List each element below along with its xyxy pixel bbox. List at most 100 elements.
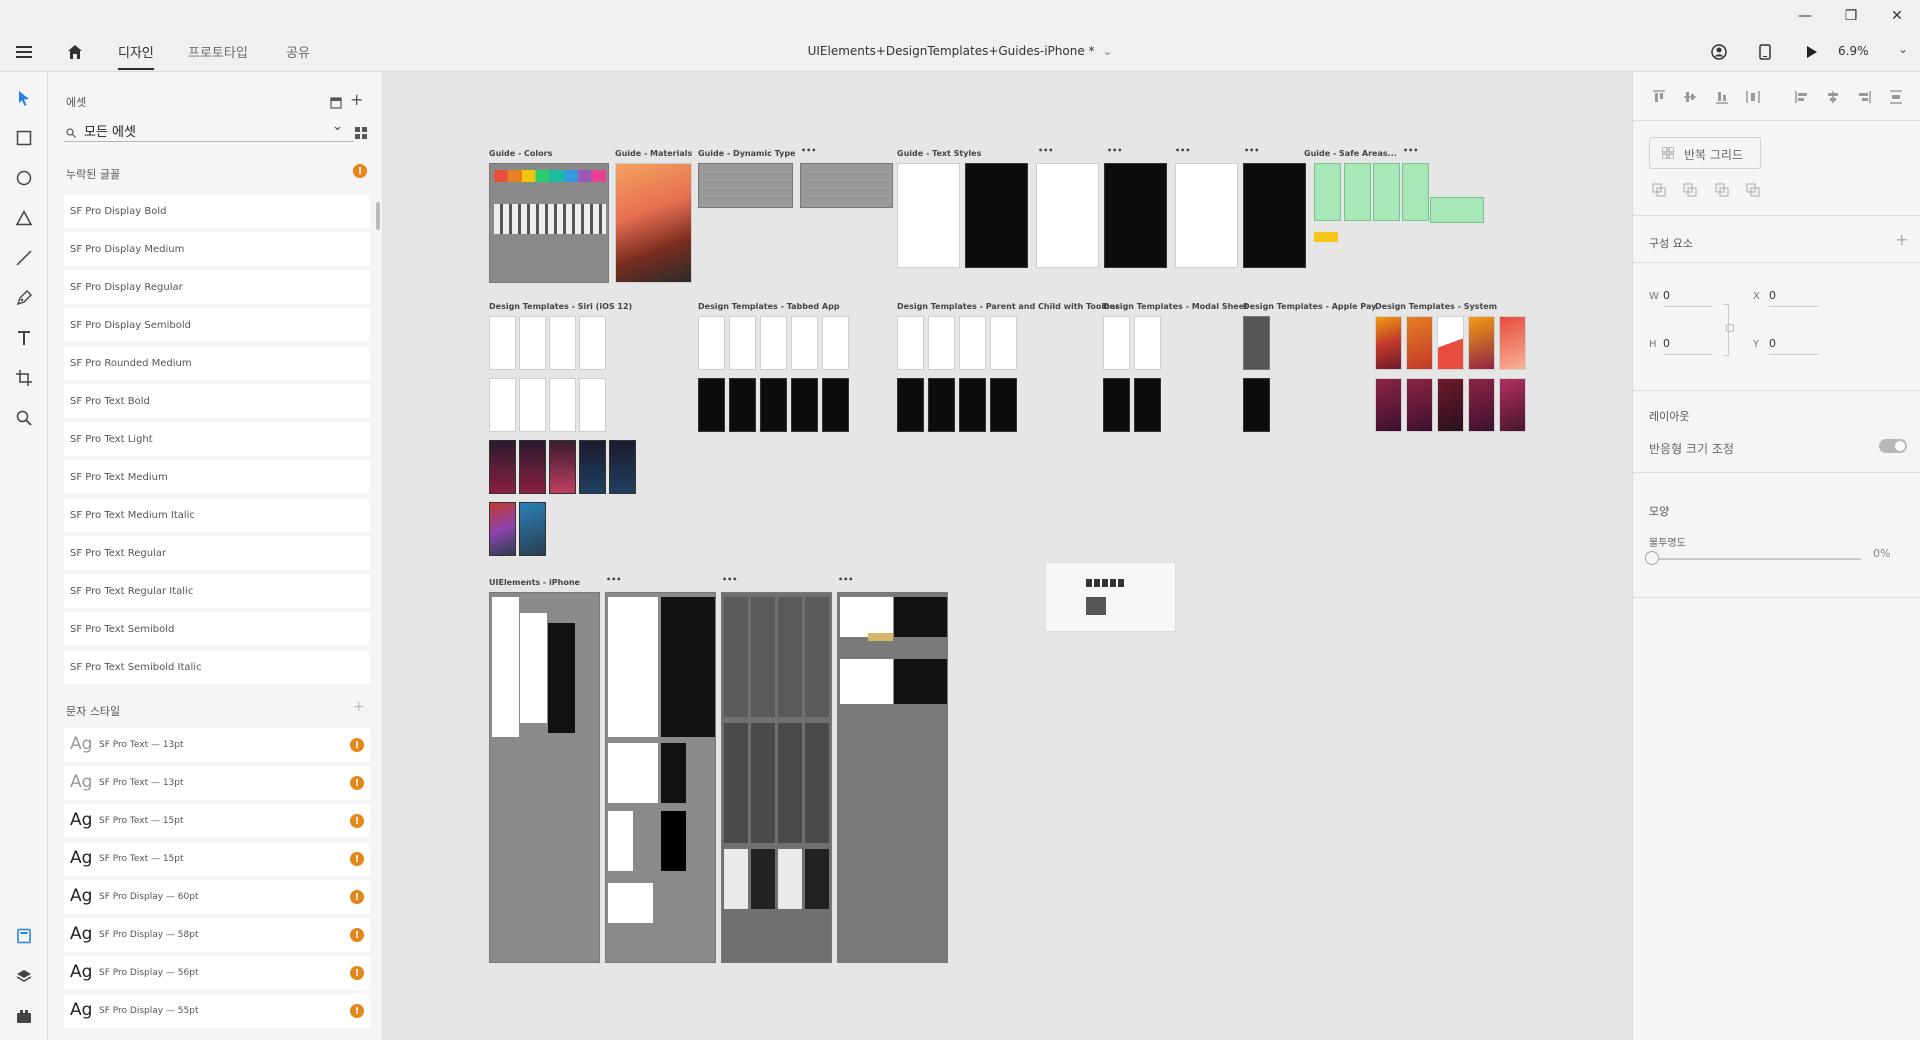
artboard-dynamic-type-2[interactable] [800, 163, 893, 208]
hamburger-menu-icon[interactable] [12, 40, 36, 64]
close-button[interactable]: ✕ [1874, 0, 1920, 32]
zoom-level[interactable]: 6.9% [1838, 44, 1869, 58]
artboard-system[interactable] [1468, 316, 1495, 370]
minimize-button[interactable]: — [1782, 0, 1828, 32]
x-field[interactable]: 0 [1769, 289, 1819, 307]
more-icon[interactable]: ••• [838, 575, 853, 584]
char-style-item[interactable]: Ag SF Pro Text — 15pt ! [64, 842, 370, 876]
artboard-parent-child[interactable] [928, 316, 955, 370]
opacity-value[interactable]: 0% [1873, 547, 1890, 560]
artboard-label[interactable]: UIElements - iPhone [489, 578, 580, 587]
artboard-system-dark[interactable] [1468, 378, 1495, 432]
artboard-text-styles[interactable] [1175, 163, 1238, 268]
artboard-system[interactable] [1375, 316, 1402, 370]
chevron-down-icon[interactable]: ⌄ [332, 119, 343, 134]
artboard-parent-child[interactable] [990, 316, 1017, 370]
artboard-siri-dark[interactable] [489, 440, 516, 494]
missing-font-item[interactable]: SF Pro Text Bold [64, 384, 370, 418]
asset-filter-field[interactable]: 모든 에셋 ⌄ [64, 116, 354, 142]
artboard-parent-child-dark[interactable] [928, 378, 955, 432]
text-tool-icon[interactable] [12, 326, 36, 350]
artboard-parent-child[interactable] [959, 316, 986, 370]
more-icon[interactable]: ••• [1175, 146, 1190, 155]
artboard-label[interactable]: Guide - Safe Areas... [1304, 149, 1397, 158]
artboard-parent-child-dark[interactable] [959, 378, 986, 432]
artboard-tabbed-dark[interactable] [698, 378, 725, 432]
artboard-system-dark[interactable] [1375, 378, 1402, 432]
artboard-tabbed-dark[interactable] [729, 378, 756, 432]
artboard-text-styles-dark[interactable] [1104, 163, 1167, 268]
document-title[interactable]: UIElements+DesignTemplates+Guides-iPhone… [808, 44, 1095, 58]
artboard-siri[interactable] [579, 378, 606, 432]
artboard-system[interactable] [1406, 316, 1433, 370]
align-right-icon[interactable] [1855, 88, 1873, 106]
tab-share[interactable]: 공유 [286, 42, 310, 61]
grid-view-icon[interactable] [355, 124, 367, 143]
artboard-siri[interactable] [519, 316, 546, 370]
width-field[interactable]: 0 [1663, 289, 1713, 307]
artboard-siri[interactable] [489, 378, 516, 432]
artboard-siri-wallpaper[interactable] [489, 502, 516, 556]
more-icon[interactable]: ••• [801, 146, 816, 155]
artboard-ui-elements[interactable] [489, 592, 600, 963]
artboard-misc[interactable] [1045, 562, 1176, 632]
artboard-system[interactable] [1437, 316, 1464, 370]
missing-font-item[interactable]: SF Pro Text Regular [64, 536, 370, 570]
boolean-add-icon[interactable] [1650, 181, 1668, 199]
restore-button[interactable]: ❐ [1828, 0, 1874, 32]
mobile-preview-icon[interactable] [1753, 40, 1777, 64]
artboard-tabbed[interactable] [791, 316, 818, 370]
artboard-ui-elements[interactable] [721, 592, 832, 963]
library-icon[interactable] [330, 94, 342, 113]
artboard-label[interactable]: Design Templates - System [1375, 302, 1497, 311]
artboard-tabbed[interactable] [698, 316, 725, 370]
design-canvas[interactable]: Guide - Colors Guide - Materials Guide -… [383, 72, 1632, 1040]
ellipse-tool-icon[interactable] [12, 166, 36, 190]
more-icon[interactable]: ••• [606, 575, 621, 584]
artboard-system-dark[interactable] [1499, 378, 1526, 432]
align-top-icon[interactable] [1650, 88, 1668, 106]
artboard-siri[interactable] [549, 378, 576, 432]
repeat-grid-button[interactable]: 반복 그리드 [1649, 137, 1761, 169]
add-char-style-icon[interactable]: + [353, 699, 365, 715]
artboard-apple-pay[interactable] [1243, 316, 1270, 370]
missing-font-item[interactable]: SF Pro Text Regular Italic [64, 574, 370, 608]
missing-font-item[interactable]: SF Pro Display Semibold [64, 308, 370, 342]
missing-font-item[interactable]: SF Pro Rounded Medium [64, 346, 370, 380]
artboard-parent-child[interactable] [897, 316, 924, 370]
artboard-system[interactable] [1499, 316, 1526, 370]
artboard-label[interactable]: Guide - Dynamic Type [698, 149, 795, 158]
align-left-icon[interactable] [1793, 88, 1811, 106]
artboard-siri-dark[interactable] [519, 440, 546, 494]
select-tool-icon[interactable] [12, 86, 36, 110]
artboard-modal-sheet-dark[interactable] [1103, 378, 1130, 432]
tab-prototype[interactable]: 프로토타입 [188, 42, 248, 61]
align-middle-icon[interactable] [1681, 88, 1699, 106]
artboard-safe-area-landscape[interactable] [1430, 197, 1484, 223]
artboard-tool-icon[interactable] [12, 366, 36, 390]
artboard-safe-area[interactable] [1402, 163, 1429, 221]
artboard-system-dark[interactable] [1406, 378, 1433, 432]
chevron-down-icon[interactable]: ⌄ [1102, 44, 1112, 58]
artboard-tabbed-dark[interactable] [822, 378, 849, 432]
lock-icon[interactable] [1726, 324, 1734, 332]
plugins-panel-icon[interactable] [12, 1004, 36, 1028]
artboard-siri[interactable] [579, 316, 606, 370]
artboard-modal-sheet[interactable] [1134, 316, 1161, 370]
y-field[interactable]: 0 [1769, 337, 1819, 355]
artboard-tabbed[interactable] [729, 316, 756, 370]
artboard-siri-dark[interactable] [549, 440, 576, 494]
rectangle-tool-icon[interactable] [12, 126, 36, 150]
char-style-item[interactable]: Ag SF Pro Text — 13pt ! [64, 728, 370, 762]
missing-font-item[interactable]: SF Pro Text Light [64, 422, 370, 456]
artboard-label[interactable]: Design Templates - Apple Pay [1243, 302, 1376, 311]
artboard-siri[interactable] [489, 316, 516, 370]
char-style-item[interactable]: Ag SF Pro Display — 55pt ! [64, 994, 370, 1028]
more-icon[interactable]: ••• [1244, 146, 1259, 155]
more-icon[interactable]: ••• [1107, 146, 1122, 155]
artboard-label[interactable]: Guide - Materials [615, 149, 692, 158]
artboard-label[interactable]: Design Templates - Modal Sheet [1103, 302, 1248, 311]
artboard-text-styles[interactable] [1036, 163, 1099, 268]
artboard-safe-area[interactable] [1344, 163, 1371, 221]
artboard-label[interactable]: Design Templates - Tabbed App [698, 302, 840, 311]
